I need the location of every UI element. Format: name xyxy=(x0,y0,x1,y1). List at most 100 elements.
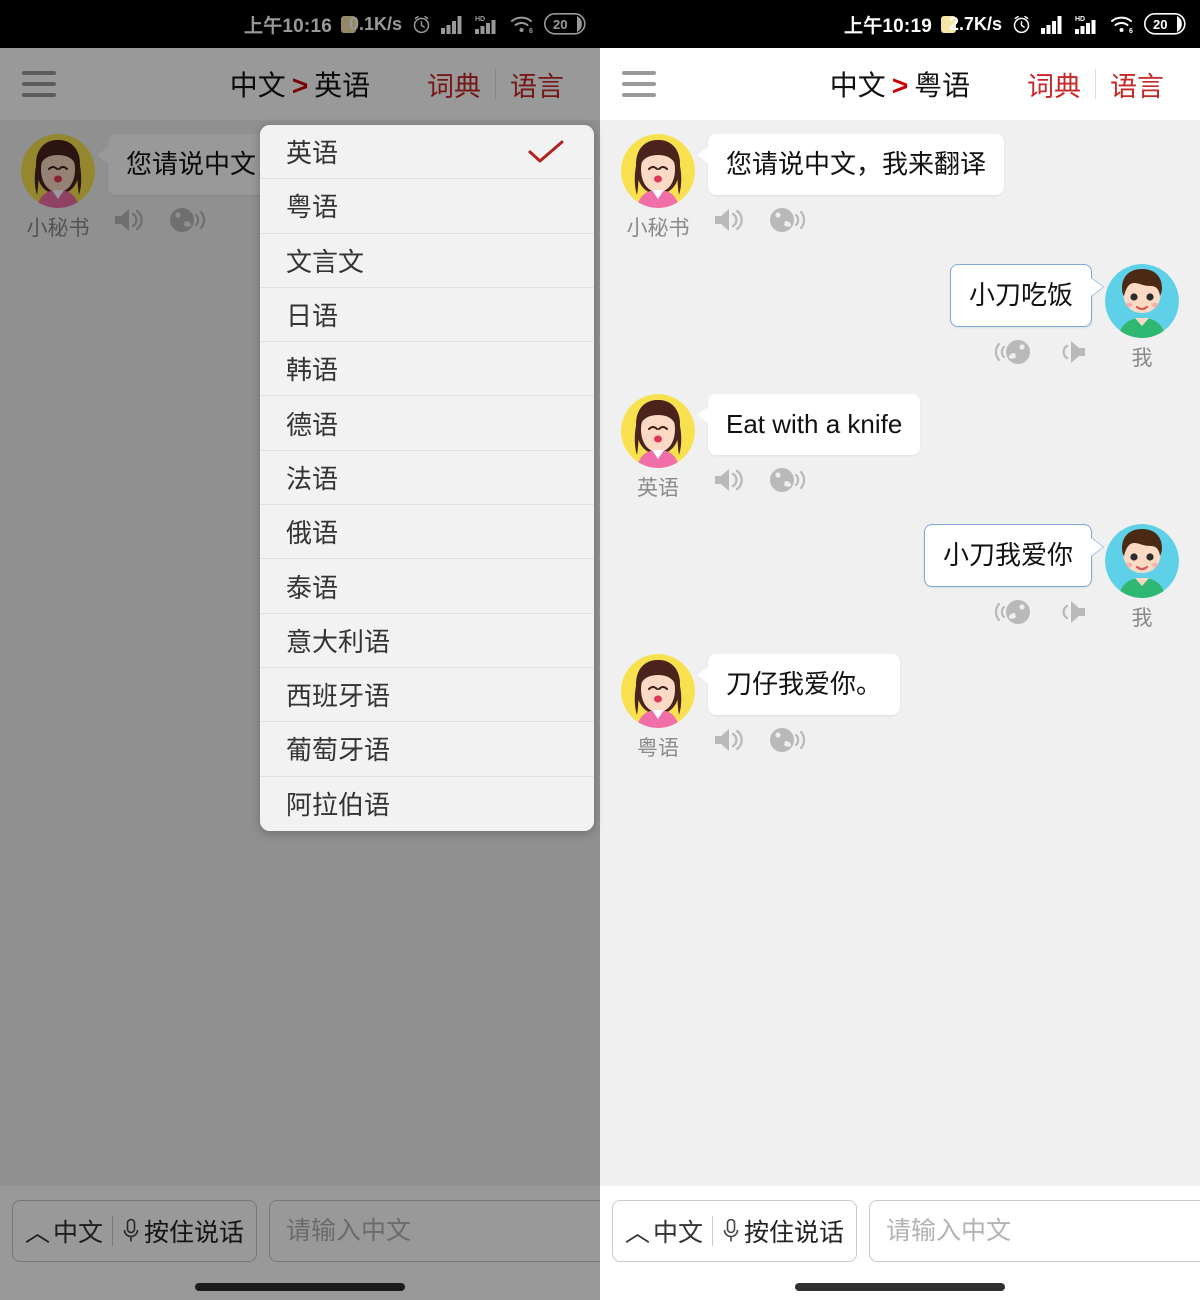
network-speed: 2.7K/s xyxy=(948,13,1002,34)
battery-icon: 20 xyxy=(1144,13,1186,35)
message-row: 小刀我爱你 我 xyxy=(616,524,1184,632)
avatar[interactable] xyxy=(621,654,695,728)
voice-divider xyxy=(712,1216,714,1246)
avatar-label: 小秘书 xyxy=(626,217,690,240)
status-bar: 上午10:19 2.7K/s HD 6 20 xyxy=(600,0,1200,48)
dropdown-item-2[interactable]: 文言文 xyxy=(260,233,594,288)
message-bubble[interactable]: Eat with a knife xyxy=(696,394,921,456)
message-row: 小秘书 您请说中文，我来翻译 xyxy=(616,134,1184,242)
alarm-clock-icon xyxy=(1011,14,1032,35)
microphone-icon xyxy=(722,1218,740,1244)
speech-face-icon[interactable] xyxy=(990,597,1032,627)
avatar-label: 粤语 xyxy=(637,737,679,760)
hold-to-talk-label: 按住说话 xyxy=(744,1219,845,1247)
speaker-icon[interactable] xyxy=(1050,337,1088,367)
language-button[interactable]: 语言 xyxy=(1096,65,1178,104)
message-actions xyxy=(708,465,810,495)
dropdown-item-9[interactable]: 意大利语 xyxy=(260,613,594,668)
svg-text:6: 6 xyxy=(1129,28,1133,34)
speaker-icon[interactable] xyxy=(1050,597,1088,627)
avatar-column: 我 xyxy=(1100,264,1184,372)
bottom-input-bar: ︿中文 按住说话 翻译 xyxy=(600,1186,1200,1274)
dropdown-item-label: 德语 xyxy=(286,409,339,440)
target-language: 粤语 xyxy=(914,70,971,101)
avatar[interactable] xyxy=(621,134,695,208)
dropdown-item-10[interactable]: 西班牙语 xyxy=(260,667,594,723)
bubble-column: 您请说中文，我来翻译 xyxy=(696,134,1005,242)
hold-to-talk-button[interactable]: 按住说话 xyxy=(722,1213,844,1249)
dropdown-item-label: 西班牙语 xyxy=(286,681,391,712)
voice-language-selector[interactable]: ︿ 中文 xyxy=(625,1213,703,1249)
dropdown-item-0[interactable]: 英语 xyxy=(260,125,594,180)
dropdown-item-label: 葡萄牙语 xyxy=(286,735,391,766)
avatar-label: 英语 xyxy=(637,477,679,500)
search-input[interactable] xyxy=(869,1200,1200,1262)
dropdown-item-label: 文言文 xyxy=(286,246,365,277)
speech-face-icon[interactable] xyxy=(768,465,810,495)
speech-face-icon[interactable] xyxy=(768,725,810,755)
dual-screenshot-container: 上午10:16 0.1K/s HD 6 20 中文 > 英语 词典 语言 小秘书… xyxy=(0,0,1200,1300)
bubble-column: Eat with a knife xyxy=(696,394,921,502)
avatar-column: 我 xyxy=(1100,524,1184,632)
app-header: 中文 > 粤语 词典 语言 xyxy=(600,48,1200,120)
speech-face-icon[interactable] xyxy=(768,205,810,235)
dropdown-item-label: 法语 xyxy=(286,463,339,494)
avatar-column: 粤语 xyxy=(616,654,700,762)
chevron-up-icon: ︿ xyxy=(625,1219,651,1247)
cellular-signal-icon xyxy=(1041,15,1065,34)
speaker-icon[interactable] xyxy=(712,205,750,235)
dropdown-item-6[interactable]: 法语 xyxy=(260,450,594,506)
dictionary-button[interactable]: 词典 xyxy=(1013,65,1095,104)
message-bubble[interactable]: 刀仔我爱你。 xyxy=(696,654,901,716)
chat-area: 小秘书 您请说中文，我来翻译 小刀吃饭 我 英语 Eat with a knif… xyxy=(600,120,1200,1186)
message-row: 英语 Eat with a knife xyxy=(616,394,1184,502)
dropdown-item-label: 泰语 xyxy=(286,572,339,603)
bubble-column: 刀仔我爱你。 xyxy=(696,654,901,762)
hamburger-icon[interactable] xyxy=(622,71,656,97)
message-actions xyxy=(708,205,810,235)
dropdown-item-5[interactable]: 德语 xyxy=(260,396,594,451)
avatar[interactable] xyxy=(1105,524,1179,598)
wifi-icon: 6 xyxy=(1110,14,1135,34)
avatar[interactable] xyxy=(1105,264,1179,338)
source-language: 中文 xyxy=(829,70,886,101)
speaker-icon[interactable] xyxy=(712,725,750,755)
message-actions xyxy=(990,597,1092,627)
dropdown-item-label: 意大利语 xyxy=(286,626,391,657)
message-row: 粤语 刀仔我爱你。 xyxy=(616,654,1184,762)
dropdown-item-3[interactable]: 日语 xyxy=(260,287,594,343)
avatar[interactable] xyxy=(621,394,695,468)
dropdown-item-12[interactable]: 阿拉伯语 xyxy=(260,776,594,831)
dropdown-item-7[interactable]: 俄语 xyxy=(260,505,594,560)
message-bubble[interactable]: 您请说中文，我来翻译 xyxy=(696,134,1005,196)
voice-language-label: 中文 xyxy=(653,1219,704,1247)
bubble-column: 小刀我爱你 xyxy=(923,524,1092,632)
dropdown-item-4[interactable]: 韩语 xyxy=(260,342,594,397)
home-indicator[interactable] xyxy=(795,1283,1005,1291)
speaker-icon[interactable] xyxy=(712,465,750,495)
language-dropdown: 英语 粤语 文言文 日语 韩语 德语 法语 俄语 泰语 意大利语 西班牙语 葡萄… xyxy=(260,125,594,831)
message-bubble[interactable]: 小刀我爱你 xyxy=(923,524,1092,588)
avatar-label: 我 xyxy=(1131,347,1153,370)
hamburger-bar xyxy=(622,82,656,86)
dropdown-item-label: 韩语 xyxy=(286,355,339,386)
hamburger-bar xyxy=(622,71,656,75)
check-icon xyxy=(524,138,568,166)
screen-right: 上午10:19 2.7K/s HD 6 20 中文 > 粤语 词典 语言 小秘书… xyxy=(600,0,1200,1300)
avatar-label: 我 xyxy=(1131,607,1153,630)
dropdown-item-8[interactable]: 泰语 xyxy=(260,559,594,614)
speech-face-icon[interactable] xyxy=(990,337,1032,367)
dropdown-item-label: 粤语 xyxy=(286,192,339,223)
message-actions xyxy=(708,725,810,755)
svg-text:HD: HD xyxy=(1075,16,1085,23)
system-nav-bar xyxy=(600,1274,1200,1300)
dropdown-item-11[interactable]: 葡萄牙语 xyxy=(260,722,594,777)
message-bubble[interactable]: 小刀吃饭 xyxy=(949,264,1092,328)
avatar-column: 英语 xyxy=(616,394,700,502)
svg-text:20: 20 xyxy=(1153,17,1167,32)
dropdown-item-1[interactable]: 粤语 xyxy=(260,179,594,234)
message-row: 小刀吃饭 我 xyxy=(616,264,1184,372)
hamburger-bar xyxy=(622,93,656,97)
direction-arrow-icon: > xyxy=(891,70,909,101)
hd-signal-icon: HD xyxy=(1074,14,1101,35)
